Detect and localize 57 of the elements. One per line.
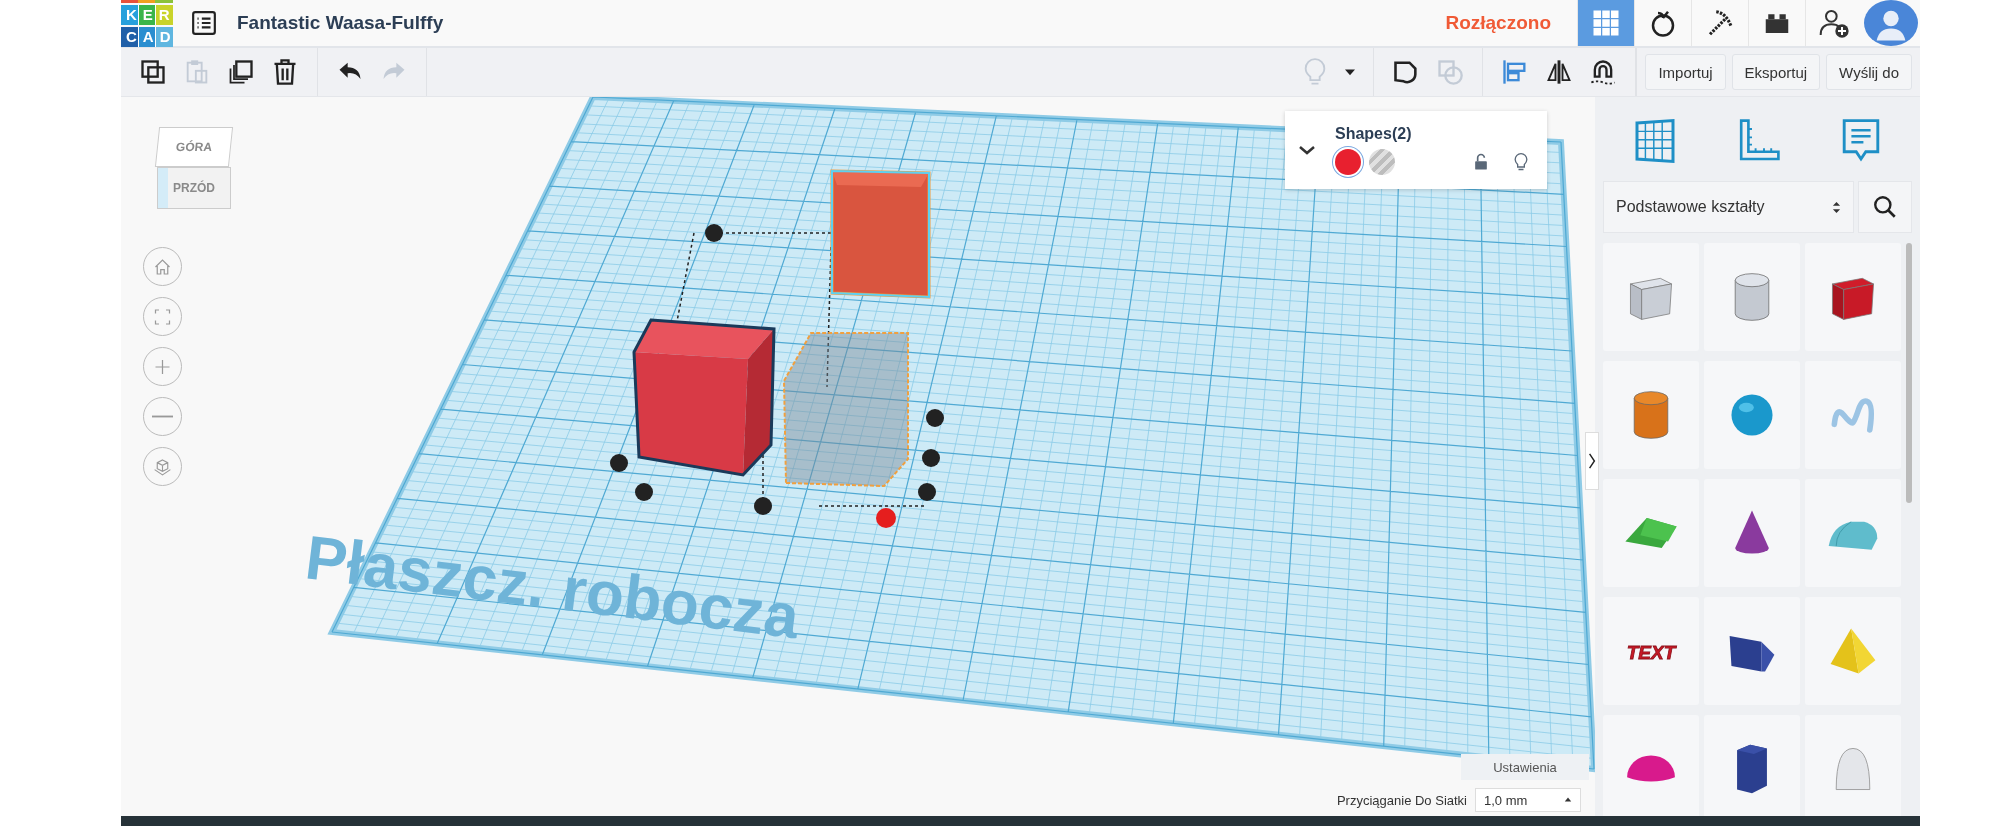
collapse-tab[interactable] [1585, 432, 1599, 490]
toolbar-button[interactable]: Eksportuj [1731, 54, 1821, 90]
magnet-icon [1589, 58, 1618, 86]
selected-cube-drawing[interactable] [632, 318, 776, 477]
list-icon[interactable] [191, 10, 217, 36]
resize-handle[interactable] [610, 454, 628, 472]
resize-handle[interactable] [705, 224, 723, 242]
height-handle[interactable] [876, 508, 896, 528]
design-title[interactable]: Fantastic Waasa-Fulffy [237, 12, 444, 34]
sort-icon [1832, 199, 1841, 215]
chevron-icon [1588, 451, 1596, 471]
copy-icon [139, 58, 167, 86]
search-icon [1872, 194, 1898, 220]
shape-tile[interactable] [1603, 715, 1699, 816]
shape-tile[interactable] [1603, 243, 1699, 351]
resize-handle[interactable] [754, 497, 772, 515]
caret-icon [1564, 796, 1572, 804]
shape-tile[interactable] [1603, 479, 1699, 587]
resize-handle[interactable] [635, 483, 653, 501]
settings-button[interactable]: Ustawienia [1461, 754, 1589, 780]
duplicate-icon [227, 58, 255, 86]
shape-tile[interactable] [1805, 243, 1901, 351]
shapes-title: Shapes(2) [1335, 125, 1413, 143]
minus-icon [152, 415, 173, 418]
grid-icon [1591, 8, 1621, 38]
shape-tile[interactable] [1704, 597, 1800, 705]
shape-tile[interactable] [1704, 361, 1800, 469]
shape-tile[interactable] [1805, 361, 1901, 469]
perspective-button[interactable] [143, 447, 182, 486]
snap-grid-select[interactable]: 1,0 mm [1475, 788, 1581, 812]
shape-tile[interactable] [1603, 361, 1699, 469]
category-select[interactable]: Podstawowe kształty [1603, 181, 1854, 233]
resize-handle[interactable] [918, 483, 936, 501]
toolbar-button[interactable]: Wyślij do [1826, 54, 1912, 90]
resize-handle[interactable] [926, 409, 944, 427]
shape-tile[interactable] [1704, 715, 1800, 816]
resize-handle[interactable] [922, 449, 940, 467]
ungroup-icon [1436, 58, 1465, 86]
connection-status: Rozłączono [1445, 12, 1551, 34]
toolbar-button[interactable]: Importuj [1645, 54, 1726, 90]
snap-grid-label: Przyciąganie Do Siatki [1336, 792, 1467, 808]
shape-tile[interactable]: TEXT [1603, 597, 1699, 705]
mirror-icon [1545, 58, 1574, 86]
shape-tile[interactable] [1805, 597, 1901, 705]
shape-tile[interactable] [1805, 715, 1901, 816]
text-shape-icon: TEXT [1621, 621, 1681, 681]
shape-tile[interactable] [1704, 243, 1800, 351]
roof-icon [1624, 517, 1678, 549]
shape-tile[interactable] [1704, 479, 1800, 587]
hole-swatch[interactable] [1369, 149, 1395, 175]
add-user-icon [1818, 7, 1850, 39]
raised-cube-drawing[interactable] [830, 169, 931, 299]
shape-tile[interactable] [1805, 479, 1901, 587]
solid-swatch[interactable] [1335, 149, 1361, 175]
search-button[interactable] [1858, 181, 1912, 233]
workplane-label: Płaszcz. robocza [301, 522, 803, 652]
logo-text: KER [121, 5, 173, 25]
